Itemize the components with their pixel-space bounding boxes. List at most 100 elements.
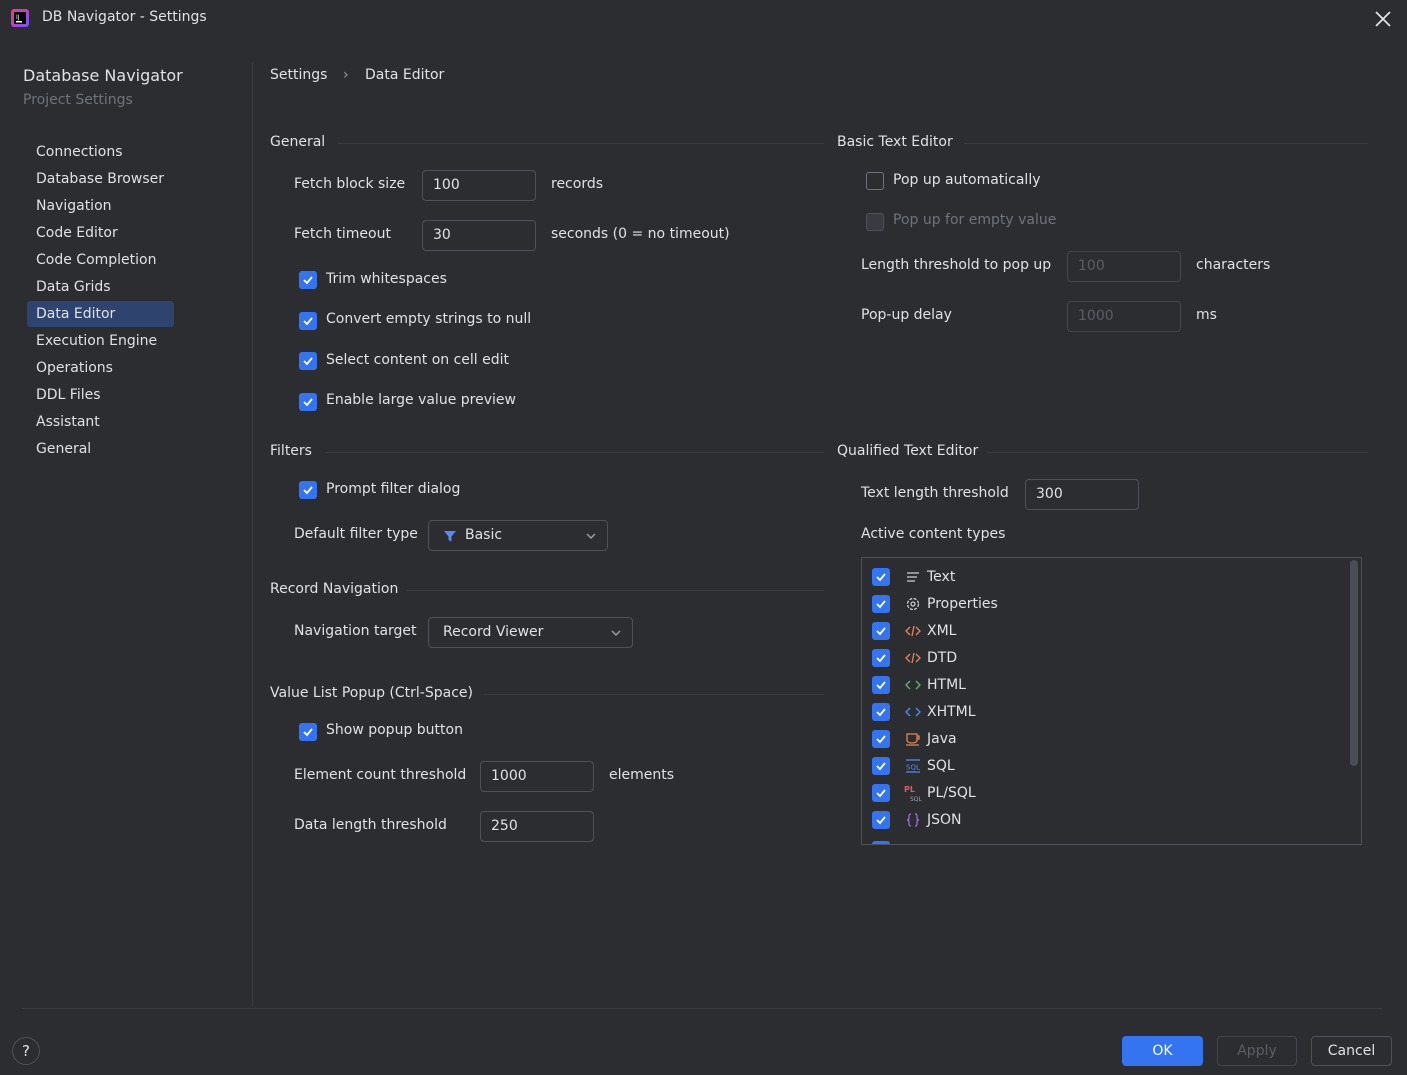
record-navigation-group-line bbox=[406, 590, 824, 591]
chevron-down-icon bbox=[611, 630, 621, 636]
convert-empty-label[interactable]: Convert empty strings to null bbox=[326, 311, 531, 327]
default-filter-type-dropdown[interactable]: Basic bbox=[428, 520, 608, 551]
chevron-down-icon bbox=[586, 533, 596, 539]
fetch-timeout-label: Fetch timeout bbox=[294, 226, 391, 242]
sidebar-item-code-editor[interactable]: Code Editor bbox=[27, 220, 174, 246]
filter-funnel-icon bbox=[444, 531, 456, 542]
content-types-scrollbar[interactable] bbox=[1350, 560, 1358, 766]
ok-button[interactable]: OK bbox=[1122, 1036, 1203, 1066]
list-item[interactable]: Properties bbox=[872, 591, 1342, 618]
show-popup-label[interactable]: Show popup button bbox=[326, 722, 463, 738]
prompt-filter-label[interactable]: Prompt filter dialog bbox=[326, 481, 460, 497]
navigation-target-value: Record Viewer bbox=[443, 624, 544, 640]
show-popup-checkbox[interactable] bbox=[299, 723, 317, 741]
sidebar-subtitle: Project Settings bbox=[23, 92, 133, 108]
sidebar-item-ddl-files[interactable]: DDL Files bbox=[27, 382, 174, 408]
sidebar-item-navigation[interactable]: Navigation bbox=[27, 193, 174, 219]
trim-whitespaces-label[interactable]: Trim whitespaces bbox=[326, 271, 447, 287]
select-content-label[interactable]: Select content on cell edit bbox=[326, 352, 509, 368]
text-length-threshold-input[interactable]: 300 bbox=[1025, 479, 1139, 510]
check-icon bbox=[876, 573, 886, 582]
element-count-unit: elements bbox=[609, 767, 675, 783]
filters-group-title: Filters bbox=[270, 443, 312, 459]
apply-button[interactable]: Apply bbox=[1217, 1036, 1297, 1066]
content-type-checkbox[interactable] bbox=[872, 811, 890, 829]
check-icon bbox=[876, 627, 886, 636]
large-preview-label[interactable]: Enable large value preview bbox=[326, 392, 516, 408]
element-count-input[interactable]: 1000 bbox=[480, 761, 594, 792]
value-list-group-line bbox=[484, 694, 824, 695]
qualified-text-editor-group-title: Qualified Text Editor bbox=[837, 443, 979, 459]
content-type-checkbox[interactable] bbox=[872, 841, 890, 844]
default-filter-type-value: Basic bbox=[465, 527, 503, 543]
cancel-button[interactable]: Cancel bbox=[1311, 1036, 1392, 1066]
content-type-label: Properties bbox=[927, 596, 998, 612]
content-type-checkbox[interactable] bbox=[872, 784, 890, 802]
fetch-block-size-label: Fetch block size bbox=[294, 176, 406, 192]
list-item-partial bbox=[872, 837, 1342, 844]
content-type-checkbox[interactable] bbox=[872, 622, 890, 640]
sidebar-item-operations[interactable]: Operations bbox=[27, 355, 174, 381]
sidebar-item-data-grids[interactable]: Data Grids bbox=[27, 274, 174, 300]
content-type-checkbox[interactable] bbox=[872, 730, 890, 748]
sidebar-item-execution-engine[interactable]: Execution Engine bbox=[27, 328, 174, 354]
sidebar-item-connections[interactable]: Connections bbox=[27, 139, 174, 165]
length-threshold-unit: characters bbox=[1196, 257, 1271, 273]
list-item[interactable]: Text bbox=[872, 564, 1342, 591]
length-threshold-input[interactable]: 100 bbox=[1067, 251, 1181, 282]
trim-whitespaces-checkbox[interactable] bbox=[299, 271, 317, 289]
content-type-label: PL/SQL bbox=[927, 785, 976, 801]
text-lines-icon bbox=[907, 572, 919, 582]
svg-text:SQL: SQL bbox=[906, 764, 920, 772]
content-type-checkbox[interactable] bbox=[872, 757, 890, 775]
content-type-checkbox[interactable] bbox=[872, 703, 890, 721]
sidebar-item-code-completion[interactable]: Code Completion bbox=[27, 247, 174, 273]
prompt-filter-checkbox[interactable] bbox=[299, 481, 317, 499]
list-item[interactable]: PL SQL PL/SQL bbox=[872, 780, 1342, 807]
list-item[interactable]: DTD bbox=[872, 645, 1342, 672]
navigation-target-dropdown[interactable]: Record Viewer bbox=[428, 617, 633, 648]
help-button[interactable]: ? bbox=[12, 1037, 40, 1065]
popup-automatically-label[interactable]: Pop up automatically bbox=[893, 172, 1041, 188]
qualified-text-editor-group-line bbox=[987, 452, 1368, 453]
sidebar-item-general[interactable]: General bbox=[27, 436, 174, 462]
convert-empty-checkbox[interactable] bbox=[299, 312, 317, 330]
check-icon bbox=[876, 600, 886, 609]
content-type-checkbox[interactable] bbox=[872, 676, 890, 694]
content-type-checkbox[interactable] bbox=[872, 595, 890, 613]
fetch-timeout-input[interactable]: 30 bbox=[422, 220, 536, 251]
java-cup-icon bbox=[906, 733, 920, 746]
content-types-list[interactable]: Text Properties XML DTD HTML XHTML Java … bbox=[861, 557, 1362, 845]
list-item[interactable]: Java bbox=[872, 726, 1342, 753]
sidebar-divider bbox=[252, 62, 253, 1007]
content-type-checkbox[interactable] bbox=[872, 568, 890, 586]
list-item[interactable]: XHTML bbox=[872, 699, 1342, 726]
large-preview-checkbox[interactable] bbox=[299, 393, 317, 411]
list-item[interactable]: SQL SQL bbox=[872, 753, 1342, 780]
sidebar-item-data-editor[interactable]: Data Editor bbox=[27, 301, 174, 327]
list-item[interactable]: JSON bbox=[872, 807, 1342, 834]
breadcrumb-settings[interactable]: Settings bbox=[270, 67, 327, 83]
svg-text:IJ: IJ bbox=[16, 14, 20, 21]
sidebar-title: Database Navigator bbox=[23, 66, 183, 85]
popup-empty-checkbox[interactable] bbox=[866, 213, 884, 231]
popup-automatically-checkbox[interactable] bbox=[866, 172, 884, 190]
sidebar-item-assistant[interactable]: Assistant bbox=[27, 409, 174, 435]
fetch-block-size-input[interactable]: 100 bbox=[422, 170, 536, 201]
text-length-threshold-label: Text length threshold bbox=[861, 485, 1009, 501]
popup-empty-label[interactable]: Pop up for empty value bbox=[893, 212, 1056, 228]
close-icon[interactable] bbox=[1370, 6, 1396, 32]
sidebar-item-database-browser[interactable]: Database Browser bbox=[27, 166, 174, 192]
popup-delay-input[interactable]: 1000 bbox=[1067, 301, 1181, 332]
check-icon bbox=[876, 762, 886, 771]
default-filter-type-label: Default filter type bbox=[294, 526, 418, 542]
data-length-input[interactable]: 250 bbox=[480, 811, 594, 842]
content-type-checkbox[interactable] bbox=[872, 649, 890, 667]
select-content-checkbox[interactable] bbox=[299, 352, 317, 370]
list-item[interactable]: XML bbox=[872, 618, 1342, 645]
navigation-target-label: Navigation target bbox=[294, 623, 417, 639]
xhtml-brackets-icon bbox=[905, 707, 921, 717]
list-item[interactable]: HTML bbox=[872, 672, 1342, 699]
sql-icon: SQL bbox=[906, 759, 920, 773]
general-group-line bbox=[337, 143, 824, 144]
